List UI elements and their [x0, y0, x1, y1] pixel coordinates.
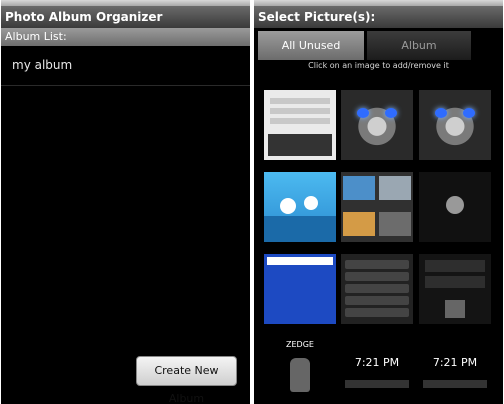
left-screen: Photo Album Organizer Album List: my alb… [1, 0, 250, 404]
thumbnail-form-screenshot[interactable] [264, 90, 336, 160]
select-pictures-title: Select Picture(s): [254, 6, 503, 28]
tab-bar: All Unused Album [254, 28, 503, 60]
thumbnail-alarm-clock[interactable]: 7:21 PM [341, 336, 413, 404]
clock-time: 7:21 PM [432, 356, 478, 369]
create-new-album-button[interactable]: Create New Album [136, 356, 237, 404]
picture-grid: ZEDGE 7:21 PM 7:21 PM [264, 90, 499, 404]
clock-time: 7:21 PM [354, 356, 400, 369]
thumbnail-settings[interactable] [419, 254, 491, 324]
thumbnail-photo-gallery[interactable] [341, 172, 413, 242]
tab-all-unused[interactable]: All Unused [258, 31, 364, 60]
thumbnail-cat[interactable] [341, 90, 413, 160]
zedge-logo: ZEDGE [286, 340, 314, 349]
thumbnail-cat[interactable] [419, 90, 491, 160]
thumbnail-zedge[interactable]: ZEDGE [264, 336, 336, 404]
thumbnail-cartoon[interactable] [264, 172, 336, 242]
thumbnail-media-player[interactable] [419, 172, 491, 242]
thumbnail-alarm-clock[interactable]: 7:21 PM [419, 336, 491, 404]
right-screen: Select Picture(s): All Unused Album Clic… [254, 0, 503, 404]
app-title: Photo Album Organizer [1, 6, 250, 28]
thumbnail-web-search[interactable] [264, 254, 336, 324]
album-list-item[interactable]: my album [1, 46, 250, 86]
thumbnail-music-list[interactable] [341, 254, 413, 324]
tab-album[interactable]: Album [367, 31, 471, 60]
album-list-header: Album List: [1, 28, 250, 46]
instruction-text: Click on an image to add/remove it [308, 61, 449, 70]
